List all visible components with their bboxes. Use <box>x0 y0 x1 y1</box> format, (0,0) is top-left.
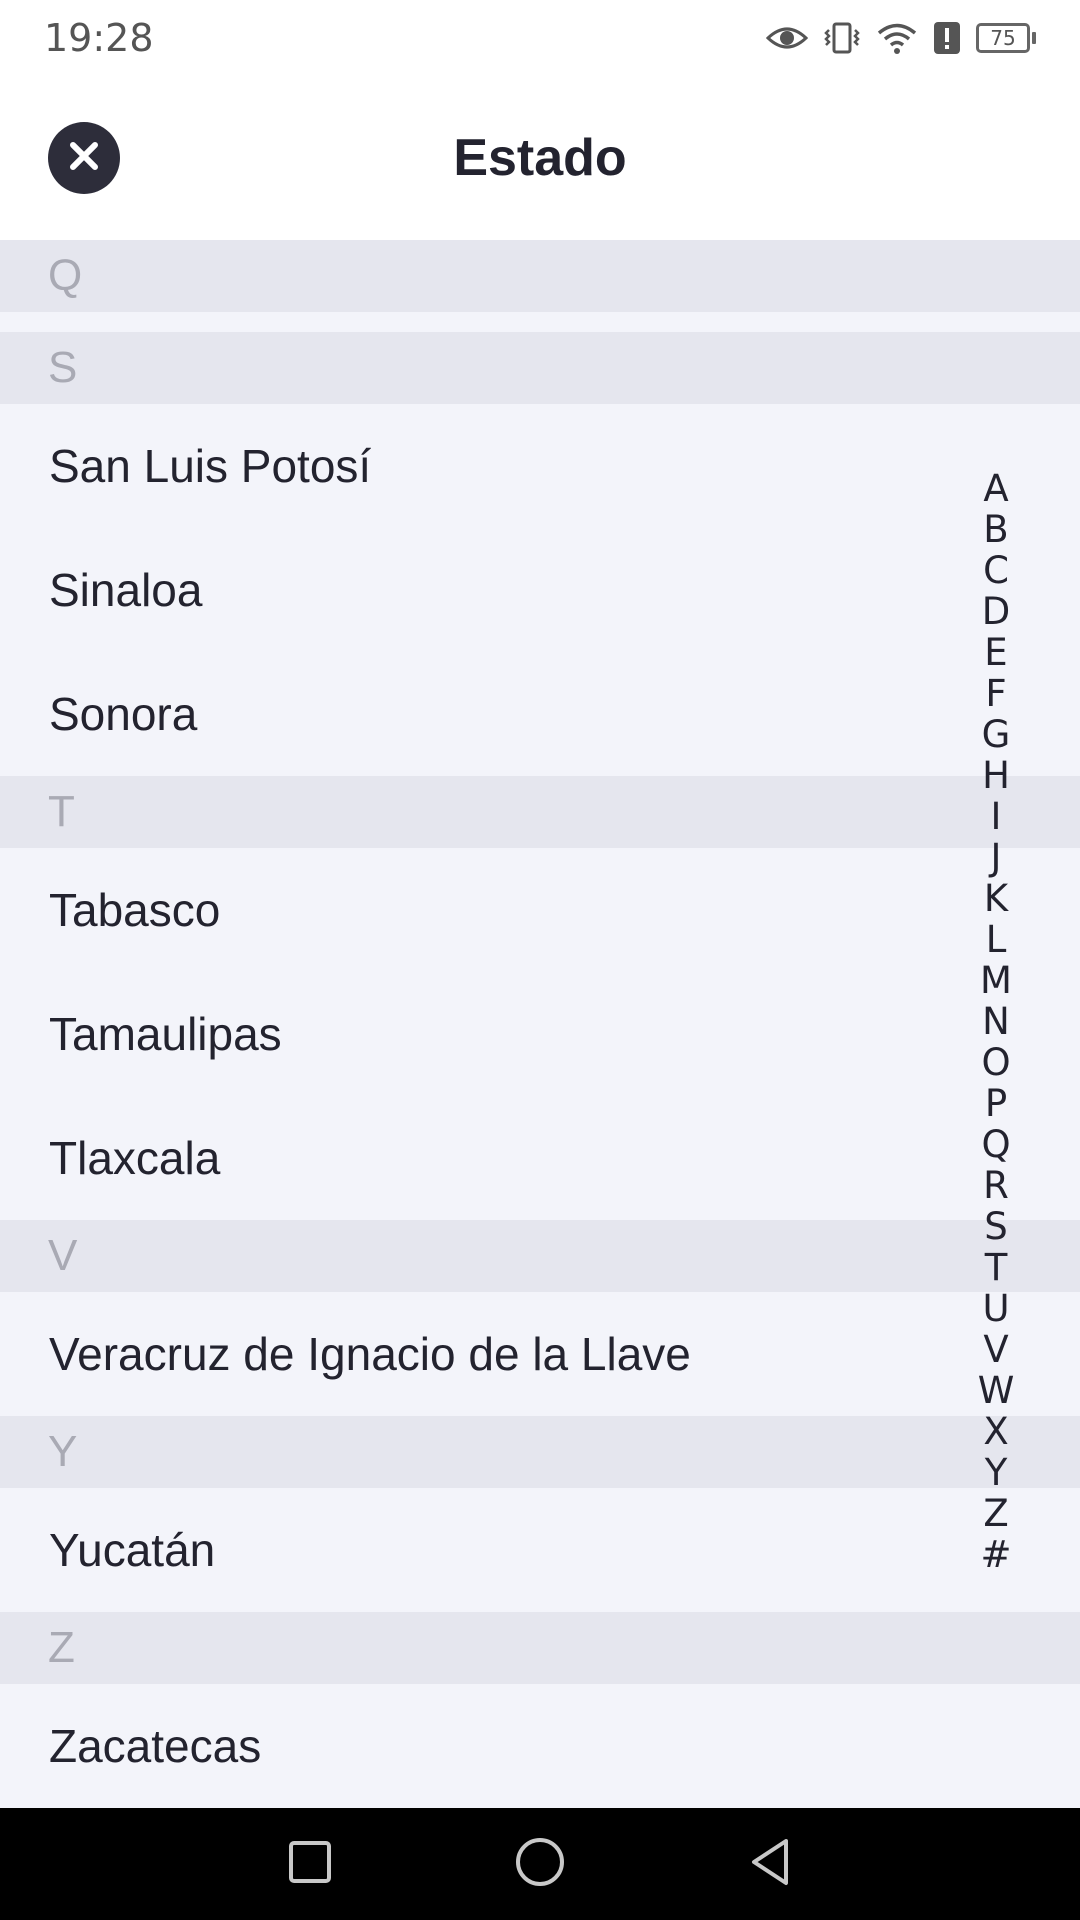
alphabet-index-letter[interactable]: B <box>983 509 1008 550</box>
section-header-s: S <box>0 332 1080 404</box>
page-title: Estado <box>453 129 627 187</box>
status-bar: 19:28 75 <box>0 0 1080 76</box>
alphabet-index-letter[interactable]: Q <box>981 1124 1010 1165</box>
status-icons: 75 <box>766 20 1036 56</box>
list-item[interactable]: Tabasco <box>0 848 1080 972</box>
alphabet-index-letter[interactable]: G <box>982 714 1011 755</box>
header: Estado <box>0 76 1080 240</box>
vibrate-icon <box>822 21 862 55</box>
list-item[interactable]: Tamaulipas <box>0 972 1080 1096</box>
list-item[interactable]: Sonora <box>0 652 1080 776</box>
alphabet-index-letter[interactable]: T <box>985 1247 1008 1288</box>
alphabet-index-letter[interactable]: E <box>984 632 1007 673</box>
alphabet-index-letter[interactable]: N <box>982 1001 1010 1042</box>
home-button[interactable] <box>510 1834 570 1894</box>
alphabet-index-letter[interactable]: X <box>983 1411 1008 1452</box>
alphabet-index-letter[interactable]: A <box>983 468 1008 509</box>
home-circle-icon <box>514 1836 566 1893</box>
alphabet-index-letter[interactable]: M <box>980 960 1012 1001</box>
alphabet-index-letter[interactable]: J <box>991 837 1002 878</box>
alphabet-index-letter[interactable]: # <box>980 1534 1011 1575</box>
alphabet-index-letter[interactable]: D <box>982 591 1011 632</box>
alphabet-index-letter[interactable]: C <box>983 550 1009 591</box>
list-item[interactable]: Zacatecas <box>0 1684 1080 1808</box>
list-item[interactable]: Tlaxcala <box>0 1096 1080 1220</box>
list-item[interactable]: San Luis Potosí <box>0 404 1080 528</box>
alert-icon <box>932 20 962 56</box>
battery-icon: 75 <box>976 23 1036 53</box>
alphabet-index-letter[interactable]: H <box>982 755 1010 796</box>
alphabet-index-letter[interactable]: W <box>978 1370 1015 1411</box>
alphabet-index-letter[interactable]: F <box>985 673 1006 714</box>
alphabet-index-letter[interactable]: R <box>983 1165 1009 1206</box>
alphabet-index-letter[interactable]: V <box>983 1329 1008 1370</box>
section-header-z: Z <box>0 1612 1080 1684</box>
alphabet-index-letter[interactable]: P <box>985 1083 1007 1124</box>
alphabet-index-letter[interactable]: U <box>982 1288 1009 1329</box>
section-header-v: V <box>0 1220 1080 1292</box>
alphabet-index[interactable]: A B C D E F G H I J K L M N O P Q R S T U V W X Y Z # <box>972 468 1020 1575</box>
list-item[interactable]: Yucatán <box>0 1488 1080 1612</box>
alphabet-index-letter[interactable]: I <box>991 796 1002 837</box>
alphabet-index-letter[interactable]: O <box>981 1042 1010 1083</box>
back-triangle-icon <box>746 1836 794 1893</box>
section-header-y: Y <box>0 1416 1080 1488</box>
wifi-icon <box>876 21 918 55</box>
alphabet-index-letter[interactable]: K <box>984 878 1008 919</box>
alphabet-index-letter[interactable]: L <box>986 919 1007 960</box>
state-list[interactable]: Q S San Luis Potosí Sinaloa Sonora T Tab… <box>0 240 1080 1808</box>
list-item[interactable]: Veracruz de Ignacio de la Llave <box>0 1292 1080 1416</box>
section-gap <box>0 312 1080 332</box>
recents-square-icon <box>286 1838 334 1891</box>
list-item[interactable]: Sinaloa <box>0 528 1080 652</box>
alphabet-index-letter[interactable]: Y <box>985 1452 1008 1493</box>
section-header-q: Q <box>0 240 1080 312</box>
battery-level: 75 <box>976 23 1030 53</box>
alphabet-index-letter[interactable]: Z <box>983 1493 1008 1534</box>
section-header-t: T <box>0 776 1080 848</box>
screen: 19:28 75 Estado Q S San Luis Potosí Sina… <box>0 0 1080 1920</box>
eye-icon <box>766 23 808 53</box>
back-button[interactable] <box>740 1834 800 1894</box>
navigation-bar <box>0 1808 1080 1920</box>
alphabet-index-letter[interactable]: S <box>984 1206 1008 1247</box>
recents-button[interactable] <box>280 1834 340 1894</box>
status-time: 19:28 <box>44 16 154 60</box>
